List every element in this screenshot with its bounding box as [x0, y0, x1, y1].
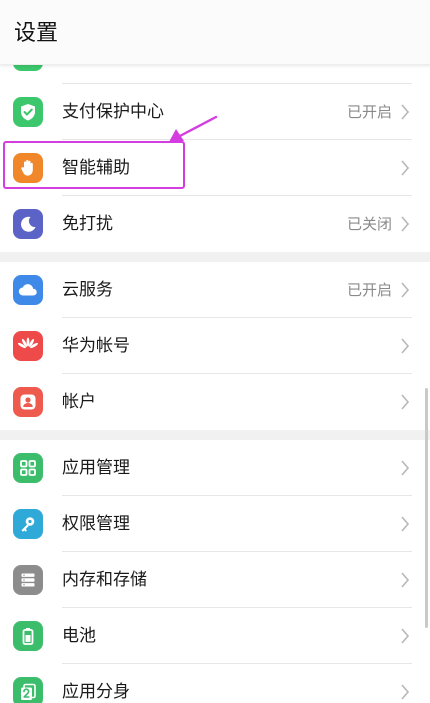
scrollbar[interactable] — [425, 388, 428, 628]
chevron-right-icon — [401, 684, 410, 700]
battery-icon — [13, 621, 43, 651]
section-gap — [0, 252, 430, 262]
chevron-right-icon — [401, 216, 410, 232]
status-text: 已关闭 — [346, 215, 392, 233]
row-label: 帐户 — [62, 392, 96, 412]
row-label: 权限管理 — [62, 514, 130, 534]
chevron-right-icon — [401, 104, 410, 120]
chevron-right-icon — [401, 628, 410, 644]
shield-check-icon — [13, 97, 43, 127]
status-text: 已开启 — [346, 281, 392, 299]
settings-row-huawei-account[interactable]: 华为帐号 — [0, 318, 430, 374]
chevron-right-icon — [401, 394, 410, 410]
settings-row-cloud-service[interactable]: 云服务 已开启 — [0, 262, 430, 318]
page-title: 设置 — [14, 21, 59, 46]
settings-row-memory-storage[interactable]: 内存和存储 — [0, 552, 430, 608]
grid-apps-icon — [13, 453, 43, 483]
settings-row-permission-management[interactable]: 权限管理 — [0, 496, 430, 552]
app-header: 设置 — [0, 0, 430, 65]
moon-icon — [13, 209, 43, 239]
highlight-annotation — [3, 141, 185, 189]
chevron-right-icon — [401, 460, 410, 476]
chevron-right-icon — [401, 338, 410, 354]
chevron-right-icon — [401, 160, 410, 176]
key-icon — [13, 509, 43, 539]
settings-row-app-twin[interactable]: 应用分身 — [0, 664, 430, 703]
row-label: 支付保护中心 — [62, 102, 164, 122]
settings-row-app-management[interactable]: 应用管理 — [0, 440, 430, 496]
row-label: 应用分身 — [62, 682, 130, 702]
settings-row-accounts[interactable]: 帐户 — [0, 374, 430, 430]
settings-row-do-not-disturb[interactable]: 免打扰 已关闭 — [0, 196, 430, 252]
row-label: 应用管理 — [62, 458, 130, 478]
row-label: 内存和存储 — [62, 570, 147, 590]
chevron-right-icon — [401, 572, 410, 588]
row-label: 华为帐号 — [62, 336, 130, 356]
row-label: 电池 — [62, 626, 96, 646]
chevron-right-icon — [401, 282, 410, 298]
huawei-logo-icon — [13, 331, 43, 361]
row-label: 云服务 — [62, 280, 113, 300]
settings-screen: 支付保护中心 已开启 智能辅助 免打扰 已关闭 云服务 已开启 华为帐号 帐户 … — [0, 0, 430, 703]
app-clone-icon — [13, 677, 43, 703]
cloud-icon — [13, 275, 43, 305]
section-gap — [0, 430, 430, 440]
status-text: 已开启 — [346, 103, 392, 121]
person-icon — [13, 387, 43, 417]
settings-row-battery[interactable]: 电池 — [0, 608, 430, 664]
chevron-right-icon — [401, 516, 410, 532]
row-label: 免打扰 — [62, 214, 113, 234]
storage-icon — [13, 565, 43, 595]
arrow-annotation-icon — [169, 115, 218, 142]
